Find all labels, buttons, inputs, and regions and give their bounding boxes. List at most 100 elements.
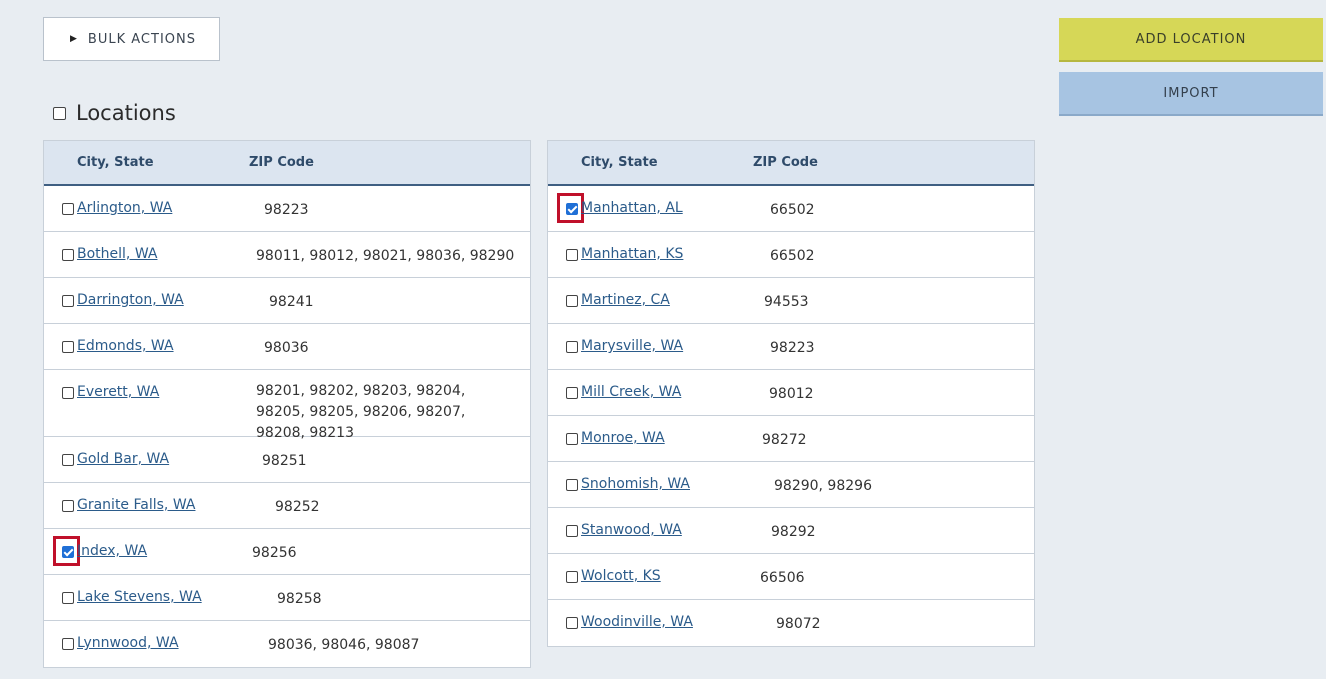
- add-location-label: ADD LOCATION: [1135, 31, 1247, 47]
- table-header: City, State ZIP Code: [548, 141, 1034, 186]
- row-checkbox[interactable]: [566, 249, 578, 261]
- zip-code-cell: 98290, 98296: [774, 478, 872, 494]
- section-title: Locations: [76, 101, 176, 125]
- table-row: Stanwood, WA 98292: [548, 508, 1034, 554]
- table-row: Wolcott, KS 66506: [548, 554, 1034, 600]
- triangle-right-icon: ▶: [70, 34, 78, 44]
- import-button[interactable]: IMPORT: [1059, 72, 1323, 116]
- locations-table-left: City, State ZIP Code Arlington, WA 98223 B…: [43, 140, 531, 668]
- row-checkbox[interactable]: [62, 592, 74, 604]
- row-checkbox[interactable]: [566, 295, 578, 307]
- row-checkbox[interactable]: [62, 546, 74, 558]
- zip-code-cell: 98252: [275, 499, 320, 515]
- row-checkbox[interactable]: [566, 203, 578, 215]
- zip-code-cell: 98223: [770, 340, 815, 356]
- column-header-zip-code: ZIP Code: [753, 155, 818, 170]
- column-header-zip-code: ZIP Code: [249, 155, 314, 170]
- column-header-city-state: City, State: [581, 155, 658, 170]
- column-header-city-state: City, State: [77, 155, 154, 170]
- city-link[interactable]: Martinez, CA: [581, 292, 670, 308]
- table-row: Arlington, WA 98223: [44, 186, 530, 232]
- zip-code-cell: 98223: [264, 202, 309, 218]
- zip-code-cell: 98036, 98046, 98087: [268, 637, 420, 653]
- row-checkbox[interactable]: [62, 454, 74, 466]
- city-link[interactable]: Lynnwood, WA: [77, 635, 179, 651]
- city-link[interactable]: Marysville, WA: [581, 338, 683, 354]
- row-checkbox[interactable]: [62, 249, 74, 261]
- zip-code-cell: 98256: [252, 545, 297, 561]
- table-row: Mill Creek, WA 98012: [548, 370, 1034, 416]
- city-link[interactable]: Manhattan, AL: [581, 200, 683, 216]
- city-link[interactable]: Index, WA: [77, 543, 147, 559]
- city-link[interactable]: Everett, WA: [77, 384, 159, 400]
- table-body: Manhattan, AL 66502 Manhattan, KS 66502 Mart…: [548, 186, 1034, 646]
- table-row: Marysville, WA 98223: [548, 324, 1034, 370]
- row-checkbox[interactable]: [62, 341, 74, 353]
- zip-code-cell: 66502: [770, 202, 815, 218]
- city-link[interactable]: Bothell, WA: [77, 246, 157, 262]
- zip-code-cell: 98292: [771, 524, 816, 540]
- table-row: Index, WA 98256: [44, 529, 530, 575]
- city-link[interactable]: Woodinville, WA: [581, 614, 693, 630]
- row-checkbox[interactable]: [62, 387, 74, 399]
- zip-code-cell: 98036: [264, 340, 309, 356]
- row-checkbox[interactable]: [62, 500, 74, 512]
- city-link[interactable]: Monroe, WA: [581, 430, 665, 446]
- import-label: IMPORT: [1163, 85, 1219, 101]
- table-row: Everett, WA 98201, 98202, 98203, 98204, 9…: [44, 370, 530, 441]
- zip-code-cell: 98241: [269, 294, 314, 310]
- table-body: Arlington, WA 98223 Bothell, WA 98011, 9801…: [44, 186, 530, 667]
- table-header: City, State ZIP Code: [44, 141, 530, 186]
- zip-code-cell: 98251: [262, 453, 307, 469]
- city-link[interactable]: Lake Stevens, WA: [77, 589, 202, 605]
- city-link[interactable]: Granite Falls, WA: [77, 497, 195, 513]
- row-checkbox[interactable]: [62, 295, 74, 307]
- city-link[interactable]: Snohomish, WA: [581, 476, 690, 492]
- zip-code-cell: 98201, 98202, 98203, 98204, 98205, 98205…: [256, 383, 466, 441]
- city-link[interactable]: Darrington, WA: [77, 292, 184, 308]
- table-row: Martinez, CA 94553: [548, 278, 1034, 324]
- table-row: Gold Bar, WA 98251: [44, 437, 530, 483]
- select-all-checkbox[interactable]: [53, 106, 66, 120]
- table-row: Snohomish, WA 98290, 98296: [548, 462, 1034, 508]
- table-row: Bothell, WA 98011, 98012, 98021, 98036, 9…: [44, 232, 530, 278]
- row-checkbox[interactable]: [566, 479, 578, 491]
- row-checkbox[interactable]: [62, 203, 74, 215]
- table-row: Manhattan, AL 66502: [548, 186, 1034, 232]
- table-row: Darrington, WA 98241: [44, 278, 530, 324]
- locations-header: Locations: [53, 99, 176, 127]
- zip-code-cell: 98012: [769, 386, 814, 402]
- table-row: Manhattan, KS 66502: [548, 232, 1034, 278]
- city-link[interactable]: Wolcott, KS: [581, 568, 661, 584]
- city-link[interactable]: Mill Creek, WA: [581, 384, 681, 400]
- zip-code-cell: 66506: [760, 570, 805, 586]
- city-link[interactable]: Edmonds, WA: [77, 338, 174, 354]
- city-link[interactable]: Gold Bar, WA: [77, 451, 169, 467]
- row-checkbox[interactable]: [566, 387, 578, 399]
- table-row: Woodinville, WA 98072: [548, 600, 1034, 646]
- table-row: Monroe, WA 98272: [548, 416, 1034, 462]
- bulk-actions-button[interactable]: ▶ BULK ACTIONS: [43, 17, 220, 61]
- row-checkbox[interactable]: [566, 525, 578, 537]
- row-checkbox[interactable]: [566, 571, 578, 583]
- zip-code-cell: 98011, 98012, 98021, 98036, 98290: [256, 248, 515, 264]
- row-checkbox[interactable]: [566, 433, 578, 445]
- row-checkbox[interactable]: [62, 638, 74, 650]
- zip-code-cell: 94553: [764, 294, 809, 310]
- zip-code-cell: 98272: [762, 432, 807, 448]
- city-link[interactable]: Arlington, WA: [77, 200, 172, 216]
- add-location-button[interactable]: ADD LOCATION: [1059, 18, 1323, 62]
- row-checkbox[interactable]: [566, 341, 578, 353]
- row-checkbox[interactable]: [566, 617, 578, 629]
- table-row: Granite Falls, WA 98252: [44, 483, 530, 529]
- city-link[interactable]: Manhattan, KS: [581, 246, 683, 262]
- zip-code-cell: 98258: [277, 591, 322, 607]
- zip-code-cell: 98072: [776, 616, 821, 632]
- bulk-actions-label: BULK ACTIONS: [87, 31, 196, 47]
- table-row: Lake Stevens, WA 98258: [44, 575, 530, 621]
- table-row: Edmonds, WA 98036: [44, 324, 530, 370]
- zip-code-cell: 66502: [770, 248, 815, 264]
- locations-table-right: City, State ZIP Code Manhattan, AL 66502 M…: [547, 140, 1035, 647]
- city-link[interactable]: Stanwood, WA: [581, 522, 682, 538]
- table-row: Lynnwood, WA 98036, 98046, 98087: [44, 621, 530, 667]
